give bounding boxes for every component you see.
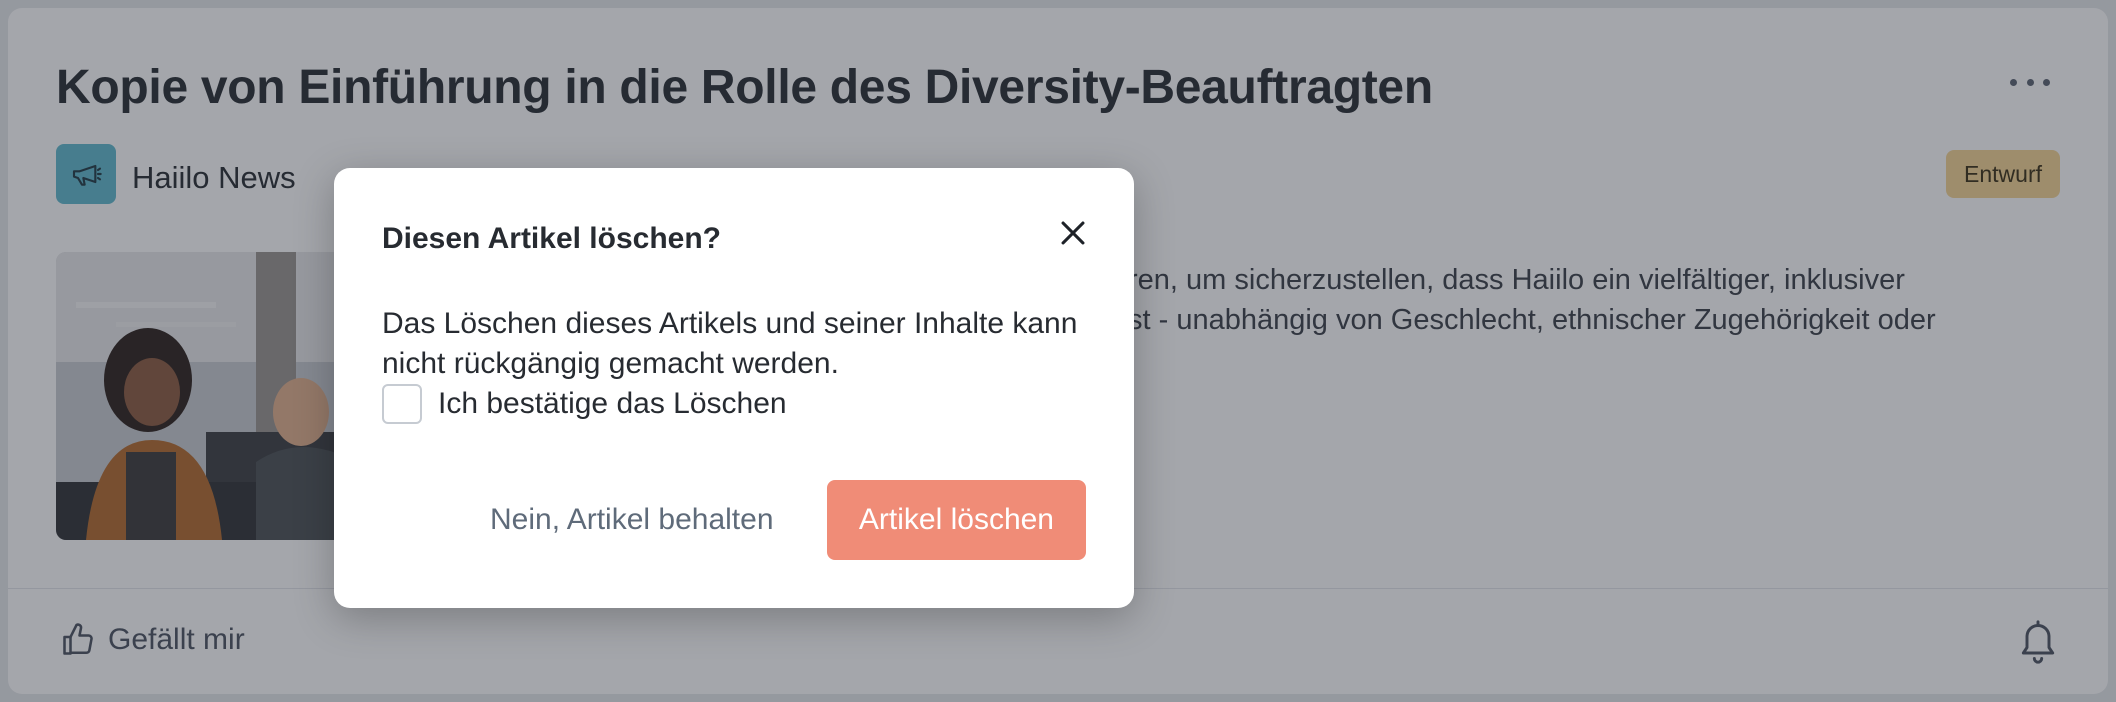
confirm-delete-label[interactable]: Ich bestätige das Löschen bbox=[438, 387, 787, 421]
dialog-title: Diesen Artikel löschen? bbox=[382, 222, 721, 255]
close-dialog-button[interactable] bbox=[1056, 216, 1090, 250]
confirm-delete-checkbox[interactable] bbox=[382, 384, 422, 424]
confirm-delete-row[interactable]: Ich bestätige das Löschen bbox=[382, 384, 787, 424]
delete-article-button[interactable]: Artikel löschen bbox=[826, 480, 1086, 560]
dialog-message: Das Löschen dieses Artikels und seiner I… bbox=[382, 307, 1078, 380]
keep-article-button[interactable]: Nein, Artikel behalten bbox=[464, 480, 800, 560]
delete-article-dialog: Diesen Artikel löschen? Das Löschen dies… bbox=[334, 168, 1134, 608]
close-icon bbox=[1061, 221, 1085, 245]
